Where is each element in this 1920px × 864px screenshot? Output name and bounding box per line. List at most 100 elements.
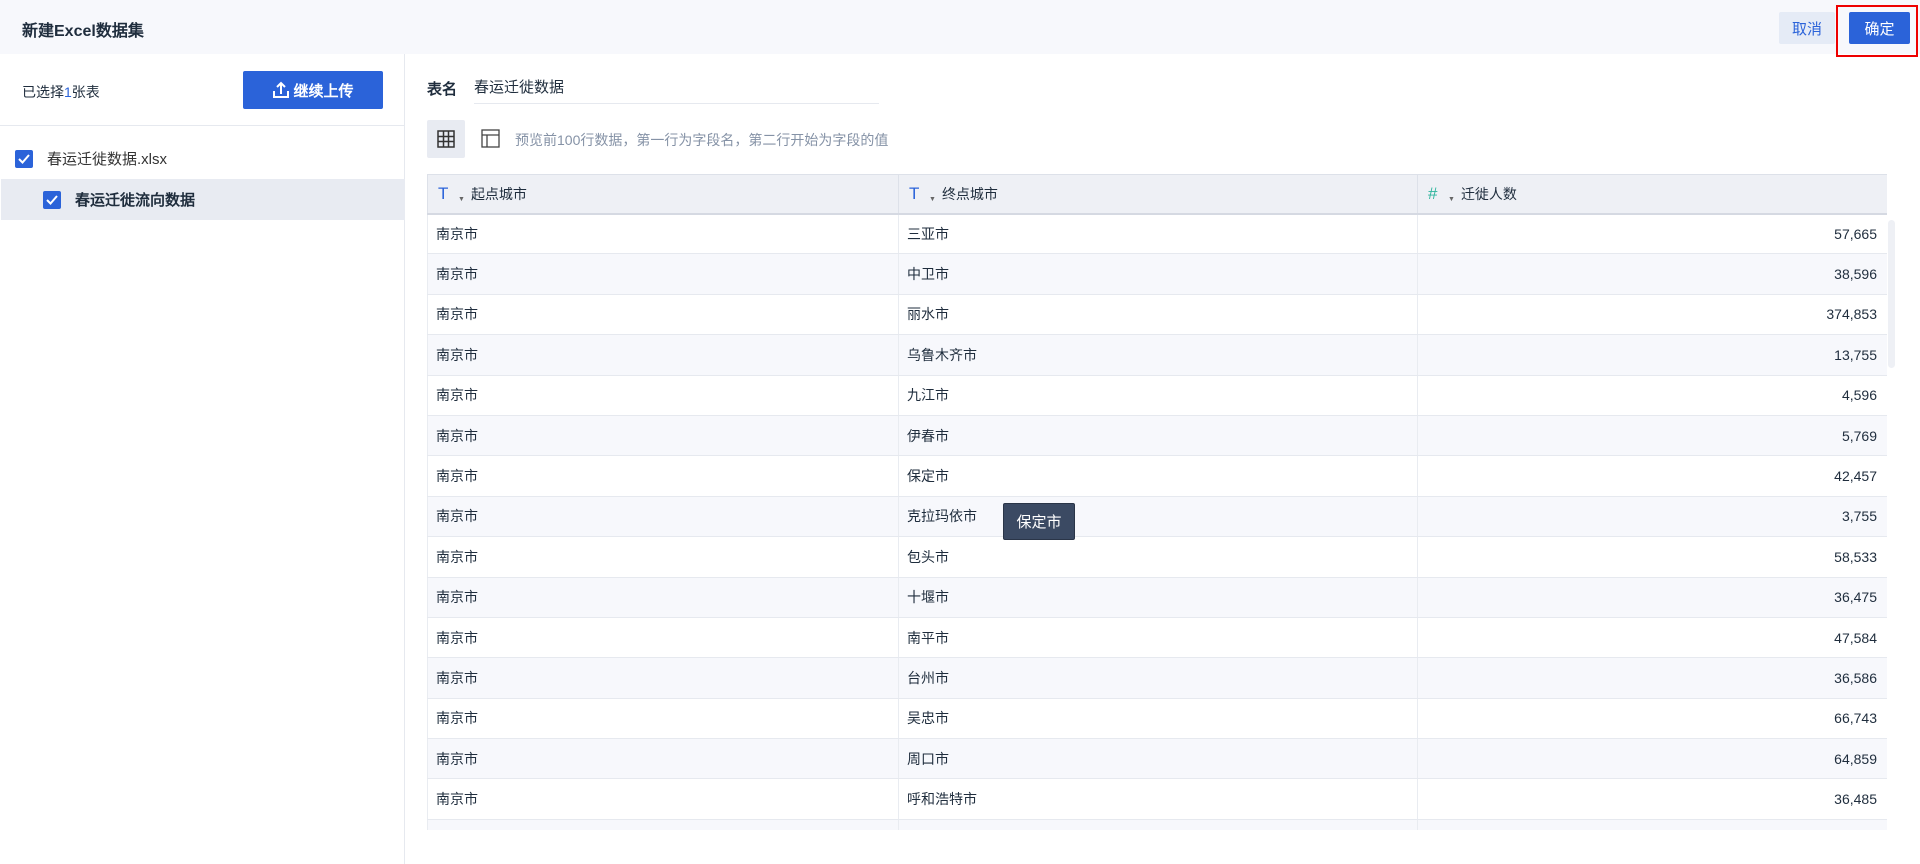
table-cell: 36,485 xyxy=(1417,778,1887,820)
caret-down-icon[interactable]: ▼ xyxy=(458,196,465,203)
table-cell: 包头市 xyxy=(898,536,1418,578)
table-cell xyxy=(427,819,899,830)
table-cell: 南京市 xyxy=(427,253,899,295)
table-cell: 中卫市 xyxy=(898,253,1418,295)
selected-prefix: 已选择 xyxy=(22,84,64,100)
table-row: 南京市 丽水市 374,853 xyxy=(427,294,1887,336)
table-cell: 5,769 xyxy=(1417,415,1887,457)
table-cell: 47,584 xyxy=(1417,617,1887,659)
table-cell: 南京市 xyxy=(427,213,899,255)
table-cell: 36,586 xyxy=(1417,657,1887,699)
table-row: 南京市 十堰市 36,475 xyxy=(427,577,1887,618)
table-row: 南京市 包头市 58,533 xyxy=(427,536,1887,578)
table-cell: 南京市 xyxy=(427,698,899,740)
file-item[interactable]: 春运迁徙数据.xlsx xyxy=(15,148,167,169)
table-cell: 57,665 xyxy=(1417,213,1887,255)
preview-hint: 预览前100行数据，第一行为字段名，第二行开始为字段的值 xyxy=(515,132,889,148)
table-cell: 南京市 xyxy=(427,657,899,699)
caret-down-icon[interactable]: ▼ xyxy=(929,196,936,203)
cell-tooltip: 保定市 xyxy=(1003,503,1075,540)
preview-table: T ▼ 起点城市 T ▼ 终点城市 # ▼ 迁徙人数 南京市 三亚市 57,665 南京市 中卫市 38,… xyxy=(427,174,1887,830)
table-cell: 克拉玛依市 xyxy=(898,496,1418,538)
column-label: 迁徙人数 xyxy=(1460,185,1517,202)
table-row: 南京市 中卫市 38,596 xyxy=(427,253,1887,295)
sheet-item[interactable]: 春运迁徙流向数据 xyxy=(1,179,405,220)
table-row: 南京市 台州市 36,586 xyxy=(427,657,1887,699)
table-cell: 呼和浩特市 xyxy=(898,778,1418,820)
sheet-name: 春运迁徙流向数据 xyxy=(75,192,196,209)
dialog-header: 新建Excel数据集 取消 确定 xyxy=(0,0,1920,57)
table-cell xyxy=(1417,819,1887,830)
cancel-button[interactable]: 取消 xyxy=(1779,12,1835,44)
table-row: 南京市 吴忠市 66,743 xyxy=(427,698,1887,740)
selected-suffix: 张表 xyxy=(71,84,100,100)
table-row: 南京市 九江市 4,596 xyxy=(427,375,1887,416)
column-header[interactable]: # ▼ 迁徙人数 xyxy=(1417,174,1887,215)
column-label: 终点城市 xyxy=(941,185,998,202)
vertical-scrollbar[interactable] xyxy=(1888,220,1895,368)
sidebar: 已选择1张表 继续上传 春运迁徙数据.xlsx 春运迁徙流向数据 xyxy=(0,54,405,864)
table-cell: 36,475 xyxy=(1417,577,1887,618)
table-cell: 58,533 xyxy=(1417,536,1887,578)
column-label: 起点城市 xyxy=(470,185,527,202)
confirm-button[interactable]: 确定 xyxy=(1849,12,1910,44)
table-cell: 13,755 xyxy=(1417,334,1887,376)
table-row xyxy=(427,819,1887,830)
table-cell: 南京市 xyxy=(427,577,899,618)
table-cell: 南京市 xyxy=(427,375,899,416)
table-cell: 台州市 xyxy=(898,657,1418,699)
table-cell xyxy=(898,819,1418,830)
table-cell: 南京市 xyxy=(427,455,899,497)
table-cell: 南平市 xyxy=(898,617,1418,659)
table-row: 南京市 伊春市 5,769 xyxy=(427,415,1887,457)
layout-view-icon[interactable] xyxy=(481,129,500,148)
table-row: 南京市 周口市 64,859 xyxy=(427,738,1887,780)
table-cell: 南京市 xyxy=(427,334,899,376)
grid-view-button[interactable] xyxy=(427,120,465,158)
text-type-icon[interactable]: T xyxy=(909,184,929,204)
upload-label: 继续上传 xyxy=(293,82,354,100)
table-cell: 吴忠市 xyxy=(898,698,1418,740)
checkbox-checked-icon[interactable] xyxy=(43,190,61,209)
table-name-input[interactable] xyxy=(474,70,879,104)
table-cell: 38,596 xyxy=(1417,253,1887,295)
table-row: 南京市 三亚市 57,665 xyxy=(427,213,1887,255)
table-cell: 64,859 xyxy=(1417,738,1887,780)
table-cell: 周口市 xyxy=(898,738,1418,780)
table-row: 南京市 南平市 47,584 xyxy=(427,617,1887,659)
table-cell: 南京市 xyxy=(427,738,899,780)
divider xyxy=(0,125,404,126)
column-header[interactable]: T ▼ 起点城市 xyxy=(427,174,899,215)
table-row: 南京市 保定市 42,457 xyxy=(427,455,1887,497)
table-row: 南京市 克拉玛依市 3,755 xyxy=(427,496,1887,538)
table-cell: 3,755 xyxy=(1417,496,1887,538)
table-cell: 南京市 xyxy=(427,617,899,659)
table-cell: 南京市 xyxy=(427,294,899,336)
table-cell: 4,596 xyxy=(1417,375,1887,416)
table-cell: 42,457 xyxy=(1417,455,1887,497)
table-cell: 十堰市 xyxy=(898,577,1418,618)
upload-icon xyxy=(273,81,290,98)
file-name: 春运迁徙数据.xlsx xyxy=(47,151,168,168)
table-cell: 374,853 xyxy=(1417,294,1887,336)
checkbox-checked-icon[interactable] xyxy=(15,149,33,168)
table-cell: 南京市 xyxy=(427,778,899,820)
table-row: 南京市 呼和浩特市 36,485 xyxy=(427,778,1887,820)
table-cell: 九江市 xyxy=(898,375,1418,416)
table-cell: 南京市 xyxy=(427,415,899,457)
continue-upload-button[interactable]: 继续上传 xyxy=(243,71,383,109)
caret-down-icon[interactable]: ▼ xyxy=(1448,196,1455,203)
column-header[interactable]: T ▼ 终点城市 xyxy=(898,174,1418,215)
dialog-title: 新建Excel数据集 xyxy=(22,23,144,40)
selected-count-number: 1 xyxy=(64,84,72,100)
table-cell: 乌鲁木齐市 xyxy=(898,334,1418,376)
table-cell: 66,743 xyxy=(1417,698,1887,740)
table-row: 南京市 乌鲁木齐市 13,755 xyxy=(427,334,1887,376)
table-cell: 南京市 xyxy=(427,496,899,538)
table-cell: 伊春市 xyxy=(898,415,1418,457)
text-type-icon[interactable]: T xyxy=(438,184,458,204)
grid-icon xyxy=(437,130,455,148)
number-type-icon[interactable]: # xyxy=(1428,184,1448,204)
table-cell: 保定市 xyxy=(898,455,1418,497)
table-name-label: 表名 xyxy=(427,81,458,98)
